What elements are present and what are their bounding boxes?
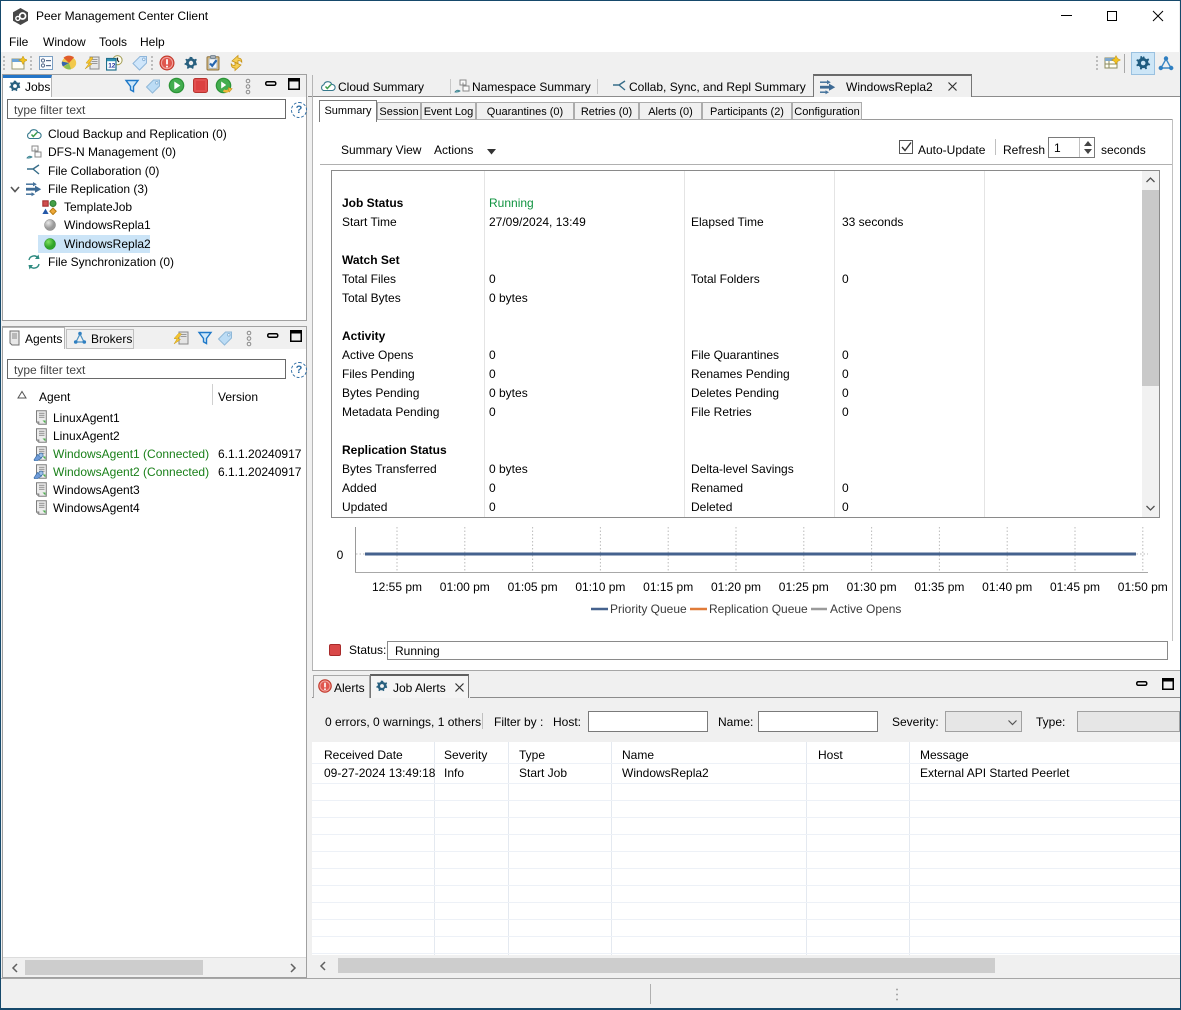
svg-text:01:10 pm: 01:10 pm — [575, 580, 625, 594]
svg-text:01:35 pm: 01:35 pm — [914, 580, 964, 594]
svg-text:01:20 pm: 01:20 pm — [711, 580, 761, 594]
svg-text:Priority Queue: Priority Queue — [610, 602, 687, 616]
svg-text:0: 0 — [337, 548, 344, 562]
svg-text:01:40 pm: 01:40 pm — [982, 580, 1032, 594]
svg-text:01:50 pm: 01:50 pm — [1118, 580, 1168, 594]
svg-text:01:30 pm: 01:30 pm — [847, 580, 897, 594]
svg-text:Active Opens: Active Opens — [830, 602, 901, 616]
svg-text:12:55 pm: 12:55 pm — [372, 580, 422, 594]
svg-text:01:15 pm: 01:15 pm — [643, 580, 693, 594]
svg-text:01:45 pm: 01:45 pm — [1050, 580, 1100, 594]
svg-text:01:05 pm: 01:05 pm — [508, 580, 558, 594]
svg-text:01:00 pm: 01:00 pm — [440, 580, 490, 594]
svg-text:Replication Queue: Replication Queue — [709, 602, 808, 616]
svg-text:12: 12 — [108, 63, 116, 70]
svg-text:01:25 pm: 01:25 pm — [779, 580, 829, 594]
